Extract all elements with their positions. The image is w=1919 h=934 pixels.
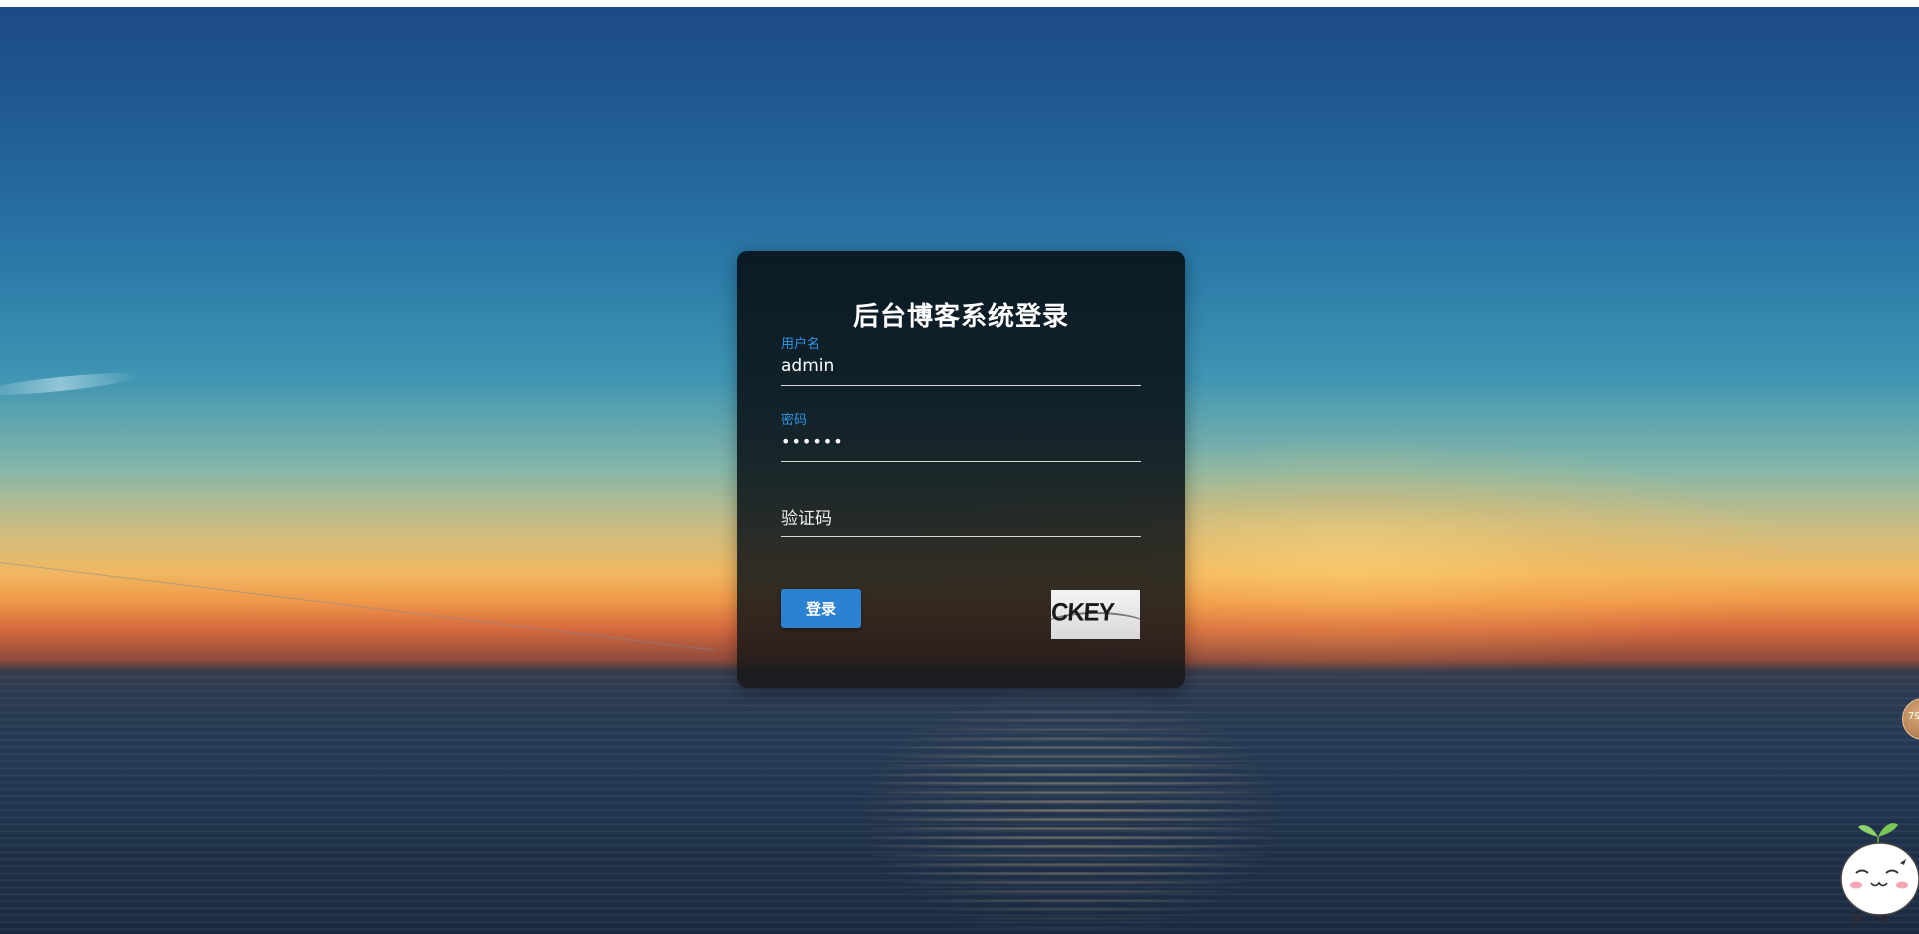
- login-button[interactable]: 登录: [781, 589, 861, 628]
- username-field[interactable]: 用户名: [781, 337, 1141, 386]
- captcha-text: CKEY: [1051, 598, 1115, 627]
- mascot-chat-icon[interactable]: 苏: [1851, 911, 1863, 928]
- captcha-image[interactable]: CKEY: [1051, 590, 1140, 639]
- login-title: 后台博客系统登录: [852, 302, 1069, 332]
- settings-icon[interactable]: ⚙: [1878, 912, 1889, 926]
- captcha-input[interactable]: 验证码: [781, 508, 1141, 530]
- mascot-toolbar: 苏 ☽ ⚙: [1851, 910, 1889, 928]
- power-line: [0, 562, 715, 651]
- sprout-icon: [1858, 823, 1898, 845]
- password-input[interactable]: ••••••: [781, 431, 1141, 453]
- side-badge-text: 79: [1908, 711, 1919, 722]
- sun-reflection: [860, 687, 1280, 934]
- username-input[interactable]: [781, 355, 1141, 377]
- password-label: 密码: [781, 413, 808, 428]
- moon-icon[interactable]: ☽: [1865, 912, 1876, 926]
- password-field[interactable]: 密码 ••••••: [781, 413, 1141, 462]
- login-card: 后台博客系统登录 用户名 密码 •••••• 验证码 登录 CKEY: [737, 251, 1185, 688]
- username-label: 用户名: [781, 337, 821, 352]
- captcha-field[interactable]: 验证码: [781, 488, 1141, 537]
- mascot-body: [1840, 842, 1919, 916]
- cloud: [0, 368, 141, 400]
